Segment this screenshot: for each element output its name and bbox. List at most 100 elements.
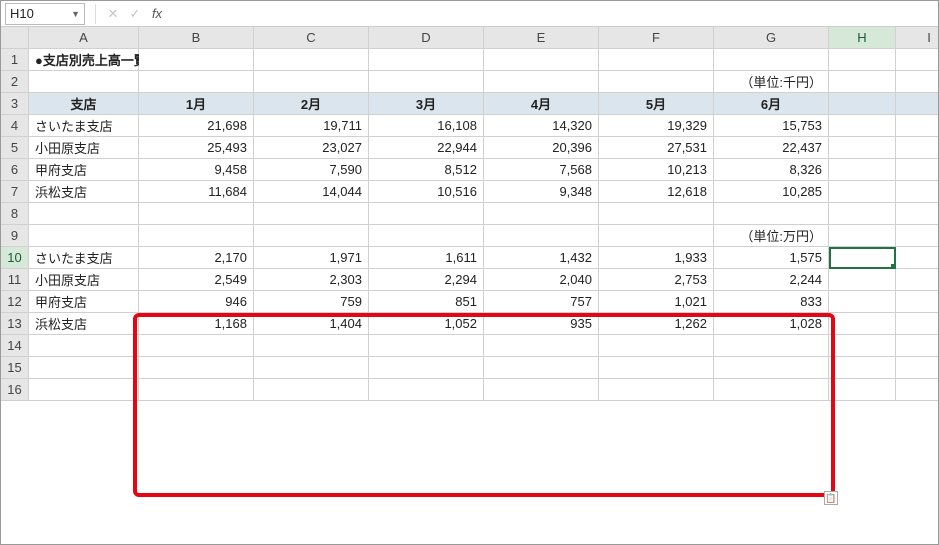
row-header-11[interactable]: 11 [1, 269, 29, 291]
cell-F2[interactable] [599, 71, 714, 93]
row-header-4[interactable]: 4 [1, 115, 29, 137]
cell-C1[interactable] [254, 49, 369, 71]
cell-I4[interactable] [896, 115, 939, 137]
row-header-6[interactable]: 6 [1, 159, 29, 181]
cell-I15[interactable] [896, 357, 939, 379]
row-header-16[interactable]: 16 [1, 379, 29, 401]
cell-B7[interactable]: 11,684 [139, 181, 254, 203]
cell-I9[interactable] [896, 225, 939, 247]
cell-G14[interactable] [714, 335, 829, 357]
cell-I1[interactable] [896, 49, 939, 71]
cell-I10[interactable] [896, 247, 939, 269]
cell-A14[interactable] [29, 335, 139, 357]
cell-E14[interactable] [484, 335, 599, 357]
confirm-icon[interactable]: ✓ [124, 3, 146, 25]
cell-F9[interactable] [599, 225, 714, 247]
cell-G16[interactable] [714, 379, 829, 401]
cell-E5[interactable]: 20,396 [484, 137, 599, 159]
row-header-14[interactable]: 14 [1, 335, 29, 357]
cell-G8[interactable] [714, 203, 829, 225]
cell-F8[interactable] [599, 203, 714, 225]
cell-C15[interactable] [254, 357, 369, 379]
cell-C12[interactable]: 759 [254, 291, 369, 313]
cell-H10[interactable] [829, 247, 896, 269]
cell-H2[interactable] [829, 71, 896, 93]
cell-E15[interactable] [484, 357, 599, 379]
cell-F13[interactable]: 1,262 [599, 313, 714, 335]
cell-G4[interactable]: 15,753 [714, 115, 829, 137]
cell-B2[interactable] [139, 71, 254, 93]
col-header-C[interactable]: C [254, 27, 369, 49]
col-header-I[interactable]: I [896, 27, 939, 49]
row-header-7[interactable]: 7 [1, 181, 29, 203]
cell-D9[interactable] [369, 225, 484, 247]
cell-D3[interactable]: 3月 [369, 93, 484, 115]
cell-D15[interactable] [369, 357, 484, 379]
cancel-icon[interactable]: ✕ [102, 3, 124, 25]
cell-F7[interactable]: 12,618 [599, 181, 714, 203]
cell-E9[interactable] [484, 225, 599, 247]
col-header-H[interactable]: H [829, 27, 896, 49]
cell-A1[interactable]: ●支店別売上高一覧（上半期） [29, 49, 139, 71]
cell-I2[interactable] [896, 71, 939, 93]
cell-D13[interactable]: 1,052 [369, 313, 484, 335]
col-header-E[interactable]: E [484, 27, 599, 49]
cell-A3[interactable]: 支店 [29, 93, 139, 115]
cell-B11[interactable]: 2,549 [139, 269, 254, 291]
cell-B14[interactable] [139, 335, 254, 357]
cell-C2[interactable] [254, 71, 369, 93]
cell-E1[interactable] [484, 49, 599, 71]
name-box[interactable]: H10 ▼ [5, 3, 85, 25]
cell-I14[interactable] [896, 335, 939, 357]
cell-B4[interactable]: 21,698 [139, 115, 254, 137]
cell-I16[interactable] [896, 379, 939, 401]
cell-D6[interactable]: 8,512 [369, 159, 484, 181]
cell-D16[interactable] [369, 379, 484, 401]
cell-F12[interactable]: 1,021 [599, 291, 714, 313]
cell-C9[interactable] [254, 225, 369, 247]
cell-B8[interactable] [139, 203, 254, 225]
cell-C16[interactable] [254, 379, 369, 401]
cell-F3[interactable]: 5月 [599, 93, 714, 115]
cell-B1[interactable] [139, 49, 254, 71]
cell-I3[interactable] [896, 93, 939, 115]
cell-E2[interactable] [484, 71, 599, 93]
cell-C4[interactable]: 19,711 [254, 115, 369, 137]
cell-D12[interactable]: 851 [369, 291, 484, 313]
cell-B3[interactable]: 1月 [139, 93, 254, 115]
row-header-1[interactable]: 1 [1, 49, 29, 71]
cell-A4[interactable]: さいたま支店 [29, 115, 139, 137]
cell-F14[interactable] [599, 335, 714, 357]
cell-A10[interactable]: さいたま支店 [29, 247, 139, 269]
cell-C10[interactable]: 1,971 [254, 247, 369, 269]
cell-I13[interactable] [896, 313, 939, 335]
cell-E7[interactable]: 9,348 [484, 181, 599, 203]
row-header-13[interactable]: 13 [1, 313, 29, 335]
cell-A9[interactable] [29, 225, 139, 247]
cell-C11[interactable]: 2,303 [254, 269, 369, 291]
row-header-15[interactable]: 15 [1, 357, 29, 379]
cell-C5[interactable]: 23,027 [254, 137, 369, 159]
cell-C3[interactable]: 2月 [254, 93, 369, 115]
cell-C6[interactable]: 7,590 [254, 159, 369, 181]
cell-B6[interactable]: 9,458 [139, 159, 254, 181]
cell-D1[interactable] [369, 49, 484, 71]
cell-E11[interactable]: 2,040 [484, 269, 599, 291]
cell-G13[interactable]: 1,028 [714, 313, 829, 335]
cell-F5[interactable]: 27,531 [599, 137, 714, 159]
row-header-2[interactable]: 2 [1, 71, 29, 93]
cell-F11[interactable]: 2,753 [599, 269, 714, 291]
row-header-10[interactable]: 10 [1, 247, 29, 269]
cell-G2[interactable]: （単位:千円） [714, 71, 829, 93]
row-header-5[interactable]: 5 [1, 137, 29, 159]
cell-E3[interactable]: 4月 [484, 93, 599, 115]
formula-input[interactable] [168, 3, 938, 25]
cell-A7[interactable]: 浜松支店 [29, 181, 139, 203]
fx-icon[interactable]: fx [146, 3, 168, 25]
cell-H3[interactable] [829, 93, 896, 115]
cell-I12[interactable] [896, 291, 939, 313]
cell-D11[interactable]: 2,294 [369, 269, 484, 291]
cell-B10[interactable]: 2,170 [139, 247, 254, 269]
cell-G7[interactable]: 10,285 [714, 181, 829, 203]
cell-I5[interactable] [896, 137, 939, 159]
